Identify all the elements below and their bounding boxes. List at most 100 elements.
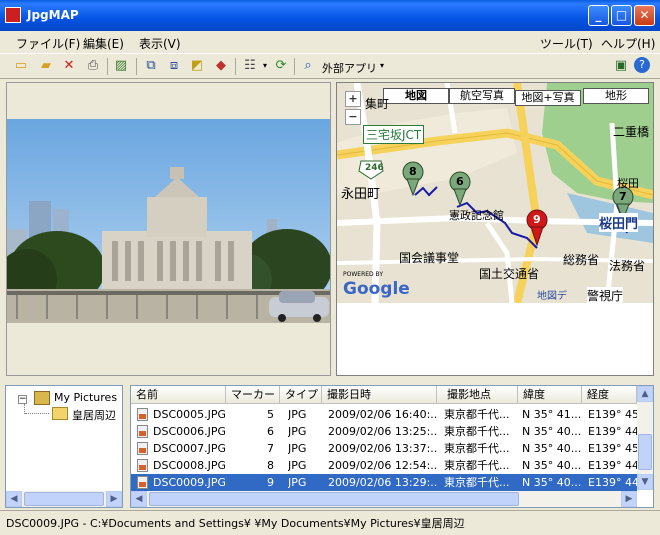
help-icon[interactable]: ?	[634, 57, 650, 73]
open-folder-icon[interactable]: ▰	[37, 57, 55, 75]
map-zoom-in-button[interactable]: +	[345, 91, 361, 107]
table-cell: 東京都千代...	[444, 476, 510, 489]
table-cell: JPG	[288, 459, 307, 472]
map-tab-hybrid[interactable]: 地図+写真	[515, 90, 581, 106]
table-cell: JPG	[288, 408, 307, 421]
column-header-type[interactable]: タイプ	[280, 386, 322, 404]
column-header-longitude[interactable]: 経度	[582, 386, 637, 404]
maximize-button[interactable]: □	[611, 5, 632, 26]
table-cell: N 35° 40...	[522, 425, 582, 438]
list-horizontal-scrollbar[interactable]: ◀ ▶	[131, 491, 637, 507]
table-cell: 5	[267, 408, 274, 421]
scroll-right-icon[interactable]: ▶	[106, 491, 122, 507]
delete-icon[interactable]: ✕	[60, 57, 78, 75]
map-marker-label[interactable]: 6	[456, 175, 464, 188]
table-row[interactable]: DSC0009.JPG 9 JPG 2009/02/06 13:29:... 東京都千代…	[131, 474, 637, 491]
table-row[interactable]: DSC0007.JPG 7 JPG 2009/02/06 13:37:... 東京都千代…	[131, 440, 637, 457]
scroll-left-icon[interactable]: ◀	[6, 491, 22, 507]
eraser-icon[interactable]: ◆	[212, 57, 230, 75]
table-cell: JPG	[288, 476, 307, 489]
jpg-file-icon	[137, 476, 148, 489]
photo-preview-pane	[6, 82, 331, 376]
map-marker-label[interactable]: 8	[409, 165, 417, 178]
map-tab-aerial[interactable]: 航空写真	[449, 88, 515, 104]
close-button[interactable]: ✕	[634, 5, 655, 26]
jpg-file-icon	[137, 425, 148, 438]
external-app-dropdown-icon[interactable]: ▾	[373, 57, 391, 75]
table-cell: 2009/02/06 13:37:...	[328, 442, 438, 455]
google-logo: Google	[343, 279, 410, 299]
route-shield-label: 246	[365, 163, 384, 173]
collapse-toggle[interactable]: −	[18, 395, 27, 404]
copy-icon[interactable]: ⧉	[142, 57, 160, 75]
table-cell: N 35° 40...	[522, 459, 582, 472]
table-cell: E139° 44	[588, 476, 637, 489]
map-tab-map[interactable]: 地図	[383, 88, 449, 104]
scroll-down-icon[interactable]: ▼	[637, 474, 653, 490]
menu-tools[interactable]: ツール(T)	[540, 35, 593, 52]
folder-tree[interactable]: − My Pictures 皇居周辺 ◀ ▶	[5, 385, 123, 508]
tree-horizontal-scrollbar[interactable]: ◀ ▶	[6, 491, 122, 507]
table-cell: DSC0007.JPG	[153, 442, 225, 455]
table-cell: JPG	[288, 425, 307, 438]
map-attribution-link[interactable]: 地図デ	[537, 287, 567, 302]
refresh-icon[interactable]: ⟳	[272, 57, 290, 75]
map-view[interactable]: 地図 航空写真 地図+写真 地形 + − 集町 三宅坂JCT 二重橋 246 永…	[337, 83, 653, 303]
map-marker-label[interactable]: 9	[533, 213, 541, 226]
table-cell: 7	[267, 442, 274, 455]
open-folder-icon	[52, 407, 68, 420]
title-bar[interactable]: JpgMAP _ □ ✕	[0, 0, 660, 31]
table-cell: JPG	[288, 442, 307, 455]
scroll-left-icon[interactable]: ◀	[131, 491, 147, 507]
table-row[interactable]: DSC0006.JPG 6 JPG 2009/02/06 13:25:... 東京都千代…	[131, 423, 637, 440]
scroll-thumb[interactable]	[24, 492, 104, 506]
settings-icon[interactable]: ▣	[612, 57, 630, 75]
tree-item-folder[interactable]: 皇居周辺	[72, 407, 116, 423]
file-list[interactable]: 名前 マーカー タイプ 撮影日時 撮影地点 緯度 経度 DSC0005.JPG 5…	[130, 385, 654, 508]
map-link-icon[interactable]: ▨	[112, 57, 130, 75]
external-app-icon[interactable]: ⌕	[299, 57, 317, 75]
scroll-up-icon[interactable]: ▲	[637, 386, 653, 402]
jpg-file-icon	[137, 459, 148, 472]
jpg-file-icon	[137, 442, 148, 455]
list-vertical-scrollbar[interactable]: ▲ ▼	[637, 386, 653, 490]
column-header-name[interactable]: 名前	[131, 386, 226, 404]
map-label: 桜田門	[599, 213, 639, 232]
map-label: 三宅坂JCT	[363, 125, 425, 144]
map-tab-terrain[interactable]: 地形	[583, 88, 649, 104]
app-icon[interactable]	[5, 7, 21, 23]
map-marker-label[interactable]: 7	[619, 190, 627, 203]
menu-view[interactable]: 表示(V)	[139, 35, 181, 52]
table-cell: N 35° 40...	[522, 442, 582, 455]
map-label: 憲政記念館	[449, 209, 504, 222]
column-header-date[interactable]: 撮影日時	[322, 386, 437, 404]
table-cell: DSC0006.JPG	[153, 425, 225, 438]
scroll-right-icon[interactable]: ▶	[621, 491, 637, 507]
table-cell: 2009/02/06 13:29:...	[328, 476, 438, 489]
map-zoom-out-button[interactable]: −	[345, 109, 361, 125]
table-cell: N 35° 40...	[522, 476, 582, 489]
table-row[interactable]: DSC0008.JPG 8 JPG 2009/02/06 12:54:... 東京都千代…	[131, 457, 637, 474]
minimize-button[interactable]: _	[588, 5, 609, 26]
column-header-marker[interactable]: マーカー	[226, 386, 280, 404]
column-header-location[interactable]: 撮影地点	[437, 386, 518, 404]
menu-help[interactable]: ヘルプ(H)	[601, 35, 655, 52]
marker-icon[interactable]: ◩	[188, 57, 206, 75]
paste-icon[interactable]: ⧈	[165, 57, 183, 75]
table-row[interactable]: DSC0005.JPG 5 JPG 2009/02/06 16:40:... 東京都千代…	[131, 406, 637, 423]
scroll-thumb[interactable]	[638, 434, 652, 470]
map-label: 法務省	[609, 259, 646, 273]
map-label: 桜田	[617, 177, 639, 190]
menu-file[interactable]: ファイル(F)	[16, 35, 80, 52]
scroll-thumb[interactable]	[149, 492, 519, 506]
tree-item-my-pictures[interactable]: My Pictures	[54, 391, 117, 404]
menu-edit[interactable]: 編集(E)	[83, 35, 124, 52]
new-folder-icon[interactable]: ▭	[12, 57, 30, 75]
table-cell: E139° 44	[588, 425, 637, 438]
column-header-latitude[interactable]: 緯度	[518, 386, 582, 404]
map-label: 国会議事堂	[399, 251, 460, 265]
external-app-button[interactable]: 外部アプリ	[322, 60, 377, 76]
map-pane[interactable]: 地図 航空写真 地図+写真 地形 + − 集町 三宅坂JCT 二重橋 246 永…	[336, 82, 654, 376]
map-label: 永田町	[341, 187, 381, 202]
print-icon[interactable]: ⎙	[84, 57, 102, 75]
